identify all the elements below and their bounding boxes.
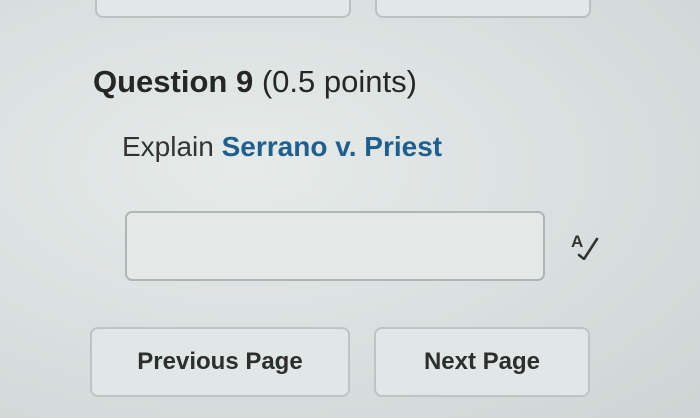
previous-page-button[interactable]: Previous Page xyxy=(90,327,350,397)
prompt-prefix: Explain xyxy=(122,131,222,162)
next-page-button[interactable]: Next Page xyxy=(374,327,590,397)
top-left-button-partial[interactable] xyxy=(95,0,351,18)
question-heading: Question 9 (0.5 points) xyxy=(93,62,417,102)
question-prompt: Explain Serrano v. Priest xyxy=(122,128,442,166)
spellcheck-icon[interactable]: A xyxy=(566,230,602,260)
question-points: (0.5 points) xyxy=(261,64,417,99)
question-number: Question 9 xyxy=(93,64,254,99)
answer-input[interactable] xyxy=(125,211,545,281)
prompt-topic: Serrano v. Priest xyxy=(221,131,443,162)
top-right-button-partial[interactable] xyxy=(375,0,591,18)
svg-text:A: A xyxy=(571,232,583,251)
